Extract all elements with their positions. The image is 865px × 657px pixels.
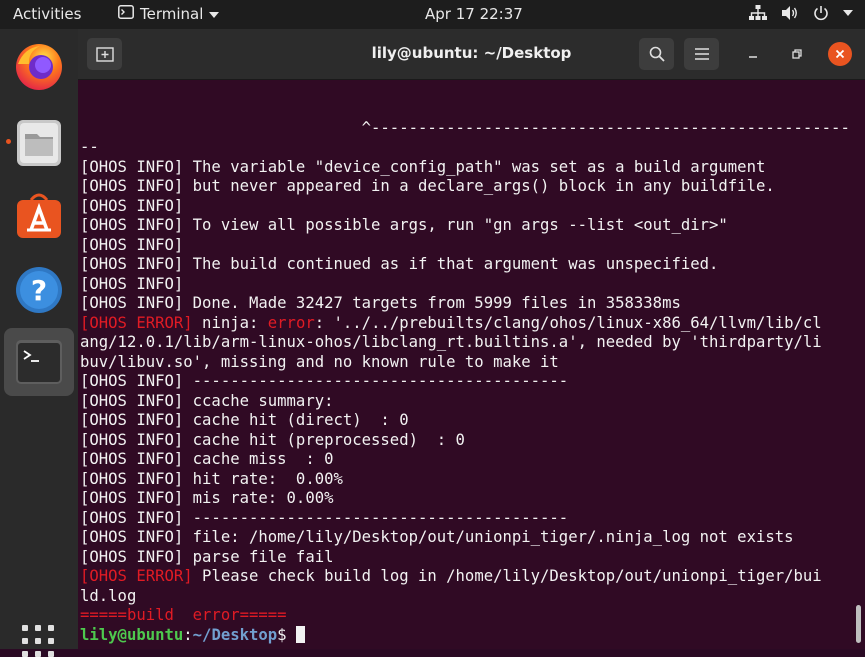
dock-help[interactable]: ? <box>4 256 74 324</box>
terminal-area[interactable]: ^---------------------------------------… <box>78 80 865 649</box>
svg-text:?: ? <box>31 274 47 307</box>
terminal-output: ^---------------------------------------… <box>80 119 852 646</box>
dock: ? <box>0 29 78 657</box>
show-applications-button[interactable] <box>22 625 54 657</box>
terminal-line: [OHOS INFO] ccache summary: <box>80 391 334 410</box>
firefox-icon <box>16 44 62 90</box>
terminal-line: [OHOS INFO] parse file fail <box>80 547 334 566</box>
dock-firefox[interactable] <box>4 33 74 101</box>
terminal-app-icon <box>118 5 134 23</box>
restore-icon <box>792 49 802 59</box>
maximize-button[interactable] <box>785 42 809 66</box>
terminal-line: =====build error===== <box>80 606 852 626</box>
terminal-line: [OHOS INFO] <box>80 235 184 254</box>
error-word: error <box>267 313 315 332</box>
activities-button[interactable]: Activities <box>13 5 81 23</box>
hamburger-menu-icon <box>694 48 709 60</box>
help-icon: ? <box>16 267 62 313</box>
terminal-line: [OHOS INFO] Done. Made 32427 targets fro… <box>80 294 681 312</box>
minimize-icon <box>749 56 757 58</box>
terminal-line: [OHOS ERROR] ninja: error: '../../prebui… <box>80 314 852 334</box>
close-button[interactable] <box>828 42 852 66</box>
terminal-line: buv/libuv.so', missing and no known rule… <box>80 352 559 371</box>
terminal-window: lily@ubuntu: ~/Desktop ^----------------… <box>78 29 865 649</box>
scrollbar[interactable] <box>856 605 861 643</box>
app-menu[interactable]: Terminal <box>118 5 220 23</box>
terminal-line: [OHOS ERROR] Please check build log in /… <box>80 567 852 587</box>
terminal-line: ^---------------------------------------… <box>80 118 850 137</box>
search-icon <box>649 46 665 62</box>
close-icon <box>835 49 845 59</box>
clock[interactable]: Apr 17 22:37 <box>425 5 523 23</box>
software-icon <box>17 193 61 238</box>
prompt-user: lily@ubuntu <box>80 625 184 644</box>
terminal-line: [OHOS INFO] <box>80 274 184 293</box>
system-tray[interactable] <box>749 5 853 21</box>
error-tag: [OHOS ERROR] <box>80 567 193 585</box>
terminal-line: ld.log <box>80 586 137 605</box>
terminal-line: [OHOS INFO] cache miss : 0 <box>80 450 334 468</box>
terminal-line: [OHOS INFO] ----------------------------… <box>80 372 569 390</box>
files-icon <box>17 120 61 166</box>
error-tag: [OHOS ERROR] <box>80 313 193 332</box>
line-text: ninja: <box>192 313 268 332</box>
terminal-line: [OHOS INFO] The build continued as if th… <box>80 255 719 273</box>
menu-button[interactable] <box>684 38 719 70</box>
error-banner: =====build error===== <box>80 606 287 624</box>
title-bar[interactable]: lily@ubuntu: ~/Desktop <box>78 29 865 80</box>
prompt-path: ~/Desktop <box>192 625 278 644</box>
terminal-line: [OHOS INFO] mis rate: 0.00% <box>80 489 334 507</box>
network-icon <box>749 5 767 21</box>
terminal-line: [OHOS INFO] ----------------------------… <box>80 508 569 527</box>
volume-icon <box>781 5 799 21</box>
terminal-line: ang/12.0.1/lib/arm-linux-ohos/libclang_r… <box>80 333 822 351</box>
terminal-line: [OHOS INFO] <box>80 196 184 215</box>
chevron-down-icon <box>843 9 853 17</box>
terminal-line: [OHOS INFO] but never appeared in a decl… <box>80 177 775 195</box>
search-button[interactable] <box>639 38 674 70</box>
terminal-line: [OHOS INFO] file: /home/lily/Desktop/out… <box>80 528 794 546</box>
prompt-separator: : <box>183 625 193 644</box>
line-text: : '../../prebuilts/clang/ohos/linux-x86_… <box>314 313 822 332</box>
terminal-line: [OHOS INFO] To view all possible args, r… <box>80 216 728 234</box>
dock-terminal[interactable] <box>4 328 74 396</box>
terminal-line: [OHOS INFO] The variable "device_config_… <box>80 157 766 176</box>
terminal-icon <box>16 340 62 384</box>
app-name: Terminal <box>140 5 204 23</box>
minimize-button[interactable] <box>741 42 765 66</box>
prompt-symbol: $ <box>277 625 296 644</box>
text-cursor <box>295 625 305 643</box>
top-bar: Activities Terminal Apr 17 22:37 <box>0 0 865 29</box>
chevron-down-icon <box>209 5 220 23</box>
power-icon <box>813 5 829 21</box>
terminal-line: -- <box>80 138 99 156</box>
terminal-line: [OHOS INFO] hit rate: 0.00% <box>80 469 343 488</box>
dock-software[interactable] <box>4 182 74 250</box>
dock-files[interactable] <box>4 109 74 177</box>
shell-prompt[interactable]: lily@ubuntu:~/Desktop$ <box>80 625 852 646</box>
terminal-line: [OHOS INFO] cache hit (direct) : 0 <box>80 411 409 429</box>
terminal-line: [OHOS INFO] cache hit (preprocessed) : 0 <box>80 430 465 449</box>
line-text: Please check build log in /home/lily/Des… <box>192 567 822 585</box>
